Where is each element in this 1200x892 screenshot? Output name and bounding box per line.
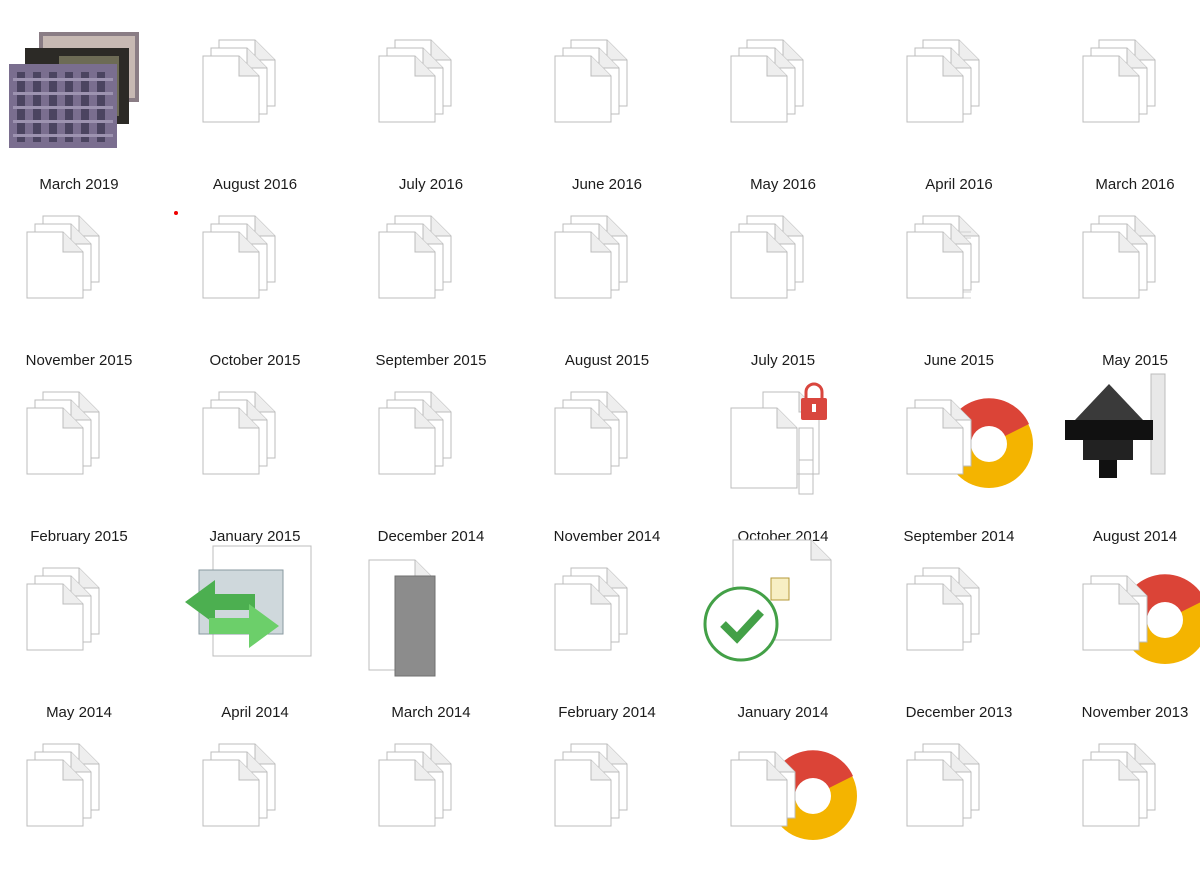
folder-item[interactable]: May 2016 — [703, 12, 863, 193]
document-stack-icon — [527, 12, 687, 172]
folder-item[interactable]: March 2019 — [0, 12, 159, 193]
folder-item[interactable]: May 2014 — [0, 540, 159, 721]
folder-item[interactable]: June 2016 — [527, 12, 687, 193]
document-stack-icon — [351, 12, 511, 172]
document-stack-icon — [175, 188, 335, 348]
document-stack-icon — [527, 188, 687, 348]
folder-item[interactable] — [527, 716, 687, 892]
document-stack-icon — [175, 364, 335, 524]
document-stack-icon — [351, 716, 511, 876]
document-stack-icon — [351, 364, 511, 524]
text-document-stack-icon — [879, 188, 1039, 348]
folder-item[interactable] — [351, 716, 511, 892]
cursor-dot — [174, 211, 178, 215]
document-stack-icon — [175, 12, 335, 172]
folder-item[interactable] — [703, 716, 863, 892]
document-stack-icon — [0, 364, 159, 524]
folder-item[interactable]: August 2014 — [1055, 364, 1200, 545]
folder-item[interactable]: June 2015 — [879, 188, 1039, 369]
folder-item[interactable]: January 2014 — [703, 539, 863, 721]
folder-item[interactable] — [0, 716, 159, 892]
folder-item[interactable]: October 2015 — [175, 188, 335, 369]
checkmark-installer-icon — [703, 539, 863, 700]
document-stack-icon — [0, 188, 159, 348]
locked-document-icon — [703, 364, 863, 524]
folder-item[interactable]: January 2015 — [175, 364, 335, 545]
document-stack-icon — [703, 188, 863, 348]
photo-stack-icon — [0, 12, 159, 172]
folder-item[interactable]: March 2014 — [351, 540, 511, 721]
home-shortcut-icon — [1055, 364, 1200, 524]
folder-item[interactable] — [175, 716, 335, 892]
document-stack-icon — [703, 12, 863, 172]
document-stack-icon — [1055, 12, 1200, 172]
folder-item[interactable]: April 2014 — [175, 540, 335, 721]
folder-item[interactable]: March 2016 — [1055, 12, 1200, 193]
folder-item[interactable]: February 2014 — [527, 540, 687, 721]
folder-item[interactable]: October 2014 — [703, 364, 863, 545]
gray-panel-document-icon — [351, 540, 511, 700]
chrome-document-icon — [703, 716, 863, 876]
document-stack-icon — [175, 716, 335, 876]
sync-app-icon — [175, 540, 335, 700]
document-stack-icon — [879, 716, 1039, 876]
folder-item[interactable]: August 2015 — [527, 188, 687, 369]
folder-item[interactable]: December 2013 — [879, 540, 1039, 721]
document-stack-icon — [351, 188, 511, 348]
document-stack-icon — [527, 540, 687, 700]
folder-item[interactable] — [879, 716, 1039, 892]
folder-item[interactable]: May 2015 — [1055, 188, 1200, 369]
folder-item[interactable]: August 2016 — [175, 12, 335, 193]
folder-item[interactable]: July 2015 — [703, 188, 863, 369]
folder-item[interactable]: July 2016 — [351, 12, 511, 193]
folder-item[interactable]: December 2014 — [351, 364, 511, 545]
folder-item[interactable]: September 2015 — [351, 188, 511, 369]
folder-item[interactable] — [1055, 716, 1200, 892]
folder-item[interactable]: September 2014 — [879, 364, 1039, 545]
document-stack-icon — [1055, 188, 1200, 348]
document-stack-icon — [527, 364, 687, 524]
document-stack-icon — [527, 716, 687, 876]
folder-item[interactable]: November 2014 — [527, 364, 687, 545]
document-stack-icon — [1055, 716, 1200, 876]
chrome-document-icon — [1055, 540, 1200, 700]
document-stack-icon — [879, 540, 1039, 700]
folder-item[interactable]: February 2015 — [0, 364, 159, 545]
chrome-document-icon — [879, 364, 1039, 524]
document-stack-icon — [879, 12, 1039, 172]
document-stack-icon — [0, 716, 159, 876]
folder-item[interactable]: November 2013 — [1055, 540, 1200, 721]
folder-item[interactable]: April 2016 — [879, 12, 1039, 193]
folder-item[interactable]: November 2015 — [0, 188, 159, 369]
document-stack-icon — [0, 540, 159, 700]
